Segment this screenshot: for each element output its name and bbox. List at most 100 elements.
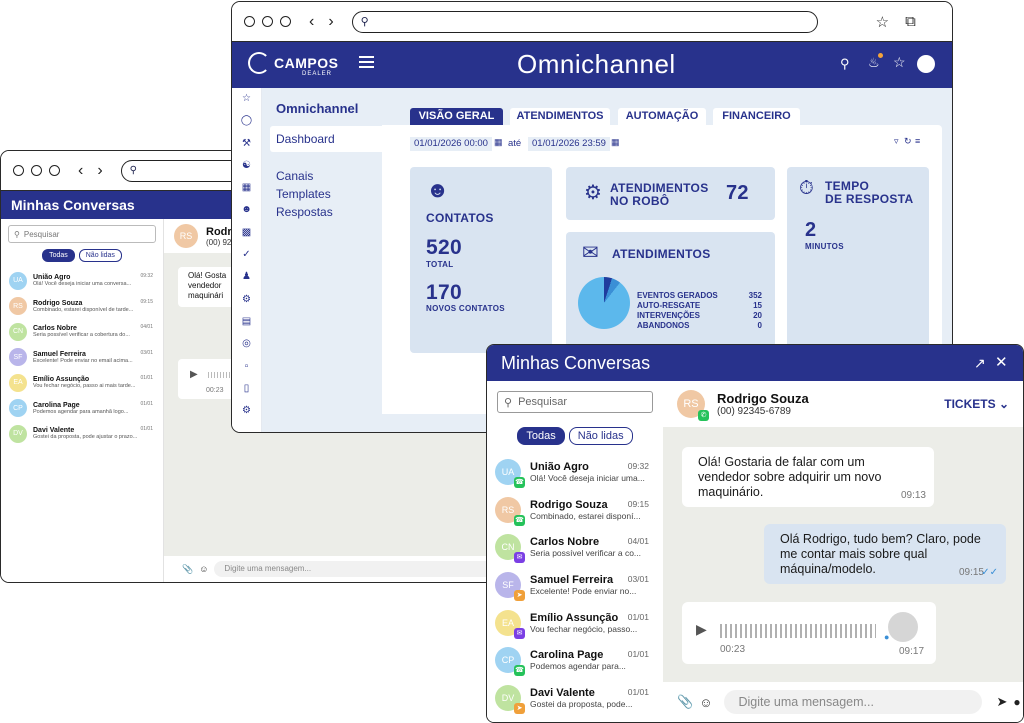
conversation-item[interactable]: SF ➤ Samuel Ferreira Excelente! Pode enviar… (487, 566, 663, 604)
send-icon[interactable]: ➤ (996, 694, 1007, 710)
steering-icon[interactable]: ◎ (232, 333, 261, 355)
microphone-icon[interactable]: ● (1013, 695, 1020, 709)
contact-name: União Agro (33, 274, 71, 282)
close-icon[interactable]: ✕ (995, 345, 1008, 381)
conversation-item[interactable]: EA Emílio Assunção Vou fechar negócio, pas… (1, 370, 163, 396)
message-time: 04/01 (627, 536, 649, 547)
favorites-icon[interactable]: ☆ (232, 88, 261, 110)
avatar: UA ☎ (495, 458, 525, 488)
calendar-icon[interactable]: ▦ (494, 137, 503, 148)
search-input[interactable]: ⚲ Pesquisar (8, 225, 156, 243)
tab-visao-geral[interactable]: VISÃO GERAL (410, 108, 503, 125)
menu-item-respostas[interactable]: Respostas (276, 205, 333, 219)
robot-attendance-card: ⚙ ATENDIMENTOS NO ROBÔ 72 (566, 167, 775, 220)
conversation-item[interactable]: DV Davi Valente Gostei da proposta, pode a… (1, 421, 163, 447)
wrench-icon[interactable]: ⚒ (232, 133, 261, 155)
chart-icon[interactable]: ▫ (232, 356, 261, 378)
logo-subtext: DEALER (302, 71, 333, 77)
open-external-icon[interactable]: ↗ (974, 345, 986, 381)
emoji-icon[interactable]: ☺ (699, 695, 712, 710)
conversation-item[interactable]: CP Carolina Page Podemos agendar para aman… (1, 396, 163, 422)
sort-icon[interactable]: ≡ (915, 136, 920, 146)
attendances-title: ATENDIMENTOS (612, 247, 711, 261)
date-to-input[interactable]: 01/01/2026 23:59 (528, 137, 610, 151)
menu-item-dashboard[interactable]: Dashboard (270, 126, 382, 152)
conversation-item[interactable]: DV ➤ Davi Valente Gostei da proposta, pode.… (487, 679, 663, 717)
tractor-icon[interactable]: ⚙ (232, 289, 261, 311)
contact-phone: (00) 92 (206, 237, 232, 247)
play-icon[interactable]: ▶ (696, 621, 707, 638)
legend-row: EVENTOS GERADOS 352 (637, 291, 762, 300)
response-unit: MINUTOS (805, 242, 844, 251)
conversation-item[interactable]: CN ✉ Carlos Nobre Seria possível verificar … (487, 528, 663, 566)
conversation-item[interactable]: CP ☎ Carolina Page Podemos agendar para... 0… (487, 641, 663, 679)
filter-all-button[interactable]: Todas (517, 427, 565, 445)
chat-icon: ✉ (582, 242, 599, 264)
search-icon: ⚲ (129, 165, 137, 176)
search-icon[interactable]: ⚲ (840, 56, 850, 72)
conversation-item[interactable]: UA União Agro Olá! Você deseja iniciar uma… (1, 268, 163, 294)
bus-icon[interactable]: ▤ (232, 311, 261, 333)
finance-icon[interactable]: ◯ (232, 110, 261, 132)
message-input[interactable]: Digite uma mensagem... (724, 690, 983, 714)
avatar: SF ➤ (495, 571, 525, 601)
attach-icon[interactable]: 📎 (182, 564, 193, 575)
conversation-item[interactable]: RS Rodrigo Souza Combinado, estarei dispon… (1, 294, 163, 320)
forward-arrow-icon[interactable]: › (97, 162, 102, 180)
check-icon[interactable]: ✓ (232, 244, 261, 266)
audio-message: ▶ 00:23 ● 09:17 (682, 602, 936, 664)
chevron-down-icon: ⌄ (998, 397, 1009, 411)
menu-item-templates[interactable]: Templates (276, 187, 331, 201)
hamburger-menu-icon[interactable] (359, 56, 374, 68)
star-icon[interactable]: ☆ (893, 54, 906, 71)
address-bar[interactable]: ⚲ (351, 10, 818, 33)
tab-automacao[interactable]: AUTOMAÇÃO (618, 108, 706, 125)
message-time: 01/01 (627, 687, 649, 698)
attach-icon[interactable]: 📎 (677, 694, 693, 710)
emoji-icon[interactable]: ☺ (199, 564, 208, 574)
tab-atendimentos[interactable]: ATENDIMENTOS (510, 108, 610, 125)
message-preview: Olá! Você deseja iniciar uma... (530, 472, 645, 483)
omnichannel-icon[interactable]: ▩ (232, 222, 261, 244)
waveform (720, 624, 876, 638)
conversation-item[interactable]: RS ☎ Rodrigo Souza Combinado, estarei dispo… (487, 491, 663, 529)
search-input[interactable]: ⚲ Pesquisar (497, 391, 653, 413)
back-arrow-icon[interactable]: ‹ (309, 13, 314, 31)
contact-name: Rodrigo Souza (33, 299, 83, 307)
handshake-icon[interactable]: ☯ (232, 155, 261, 177)
refresh-icon[interactable]: ↻ (904, 136, 912, 147)
conversation-item[interactable]: EA ✉ Emílio Assunção Vou fechar negócio, pa… (487, 604, 663, 642)
filter-unread-button[interactable]: Não lidas (78, 249, 122, 262)
window-controls[interactable] (244, 16, 291, 27)
window-copy-icon[interactable]: ⧉ (905, 13, 916, 30)
filter-all-button[interactable]: Todas (42, 249, 75, 262)
conversation-item[interactable]: SF Samuel Ferreira Excelente! Pode enviar … (1, 345, 163, 371)
message-input[interactable]: Digite uma mensagem... (214, 561, 499, 577)
filter-unread-button[interactable]: Não lidas (568, 427, 633, 445)
calendar-icon[interactable]: ▦ (611, 137, 620, 148)
menu-item-canais[interactable]: Canais (276, 169, 313, 183)
sender-avatar-icon (888, 612, 918, 642)
conversation-item[interactable]: CN Carlos Nobre Seria possível verificar a… (1, 319, 163, 345)
whatsapp-icon: ☎ (514, 476, 525, 488)
forward-arrow-icon[interactable]: › (328, 13, 333, 31)
settings-icon[interactable]: ⚙ (232, 400, 261, 422)
window-controls[interactable] (13, 165, 60, 176)
user-avatar-icon[interactable] (917, 55, 935, 73)
avatar: CP ☎ (495, 647, 525, 677)
person-icon[interactable]: ♟ (232, 266, 261, 288)
date-from-input[interactable]: 01/01/2026 00:00 (410, 137, 492, 151)
star-icon[interactable]: ☆ (876, 13, 889, 31)
message-preview: Gostei da proposta, pode ajustar o prazo… (33, 434, 138, 441)
play-icon[interactable]: ▶ (190, 369, 198, 380)
back-arrow-icon[interactable]: ‹ (78, 162, 83, 180)
money-icon[interactable]: ▦ (232, 177, 261, 199)
contacts-icon: ☻ (426, 177, 450, 202)
conversation-item[interactable]: UA ☎ União Agro Olá! Você deseja iniciar um… (487, 453, 663, 491)
tickets-dropdown[interactable]: TICKETS ⌄ (944, 397, 1009, 411)
clipboard-icon[interactable]: ▯ (232, 378, 261, 400)
filter-icon[interactable]: ▿ (894, 136, 899, 147)
tab-financeiro[interactable]: FINANCEIRO (713, 108, 800, 125)
users-icon[interactable]: ☻ (232, 199, 261, 221)
attendances-card: ✉ ATENDIMENTOS EVENTOS GERADOS 352 AUTO-R… (566, 232, 775, 353)
